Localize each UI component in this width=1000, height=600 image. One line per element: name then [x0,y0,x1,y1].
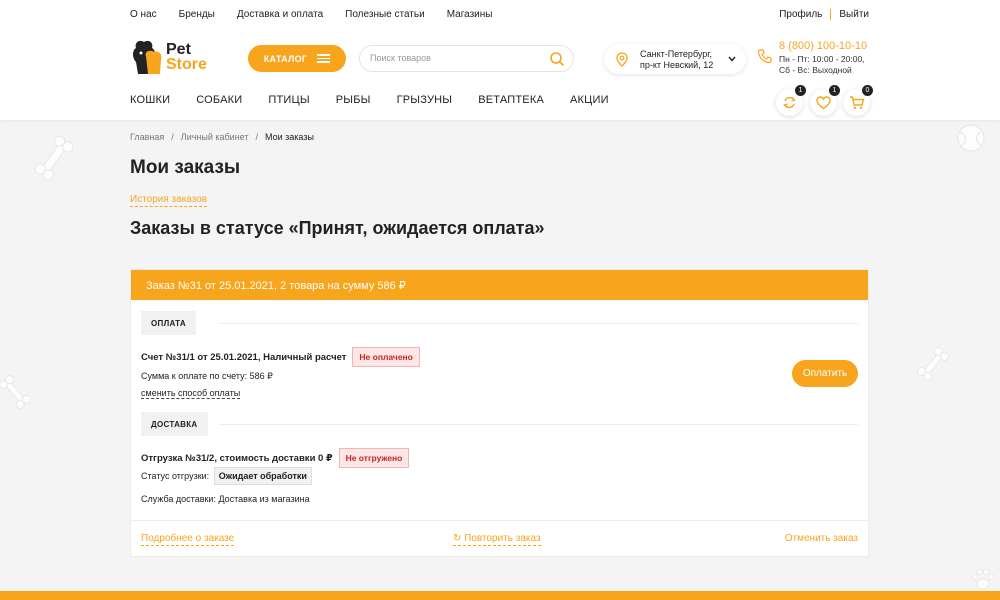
nav-sales[interactable]: АКЦИИ [570,94,609,106]
location-street: пр-кт Невский, 12 [640,60,714,70]
search-input[interactable] [370,53,540,63]
section-divider [219,424,858,425]
nav-dogs[interactable]: СОБАКИ [196,94,242,106]
invoice-row: Счет №31/1 от 25.01.2021, Наличный расче… [141,347,420,367]
order-header: Заказ №31 от 25.01.2021, 2 товара на сум… [131,270,868,300]
pay-button[interactable]: Оплатить [792,360,858,387]
repeat-order-link[interactable]: ↻ Повторить заказ [453,533,541,546]
location-city: Санкт-Петербург, [640,49,712,59]
topnav-about[interactable]: О нас [130,9,157,20]
topnav-stores[interactable]: Магазины [447,9,493,20]
shipment-title: Отгрузка №31/2, стоимость доставки 0 ₽ [141,452,333,464]
favorites-count: 1 [829,85,840,96]
invoice-title: Счет №31/1 от 25.01.2021, Наличный расче… [141,351,347,363]
location-selector[interactable]: Санкт-Петербург, пр-кт Невский, 12 [604,44,746,74]
account-links: Профиль Выйти [779,9,869,20]
breadcrumb-home[interactable]: Главная [130,132,164,142]
ball-decoration-icon [957,124,985,152]
phone-icon [757,49,772,64]
logo[interactable]: Pet Store [130,38,207,76]
topnav-delivery[interactable]: Доставка и оплата [237,9,323,20]
change-payment-method-link[interactable]: сменить способ оплаты [141,388,241,399]
breadcrumb-current: Мои заказы [265,132,314,142]
shipment-status-value: Ожидает обработки [213,467,312,485]
main-nav: КОШКИ СОБАКИ ПТИЦЫ РЫБЫ ГРЫЗУНЫ ВЕТАПТЕК… [130,94,635,106]
cart-count: 0 [862,85,873,96]
logo-text-pet: Pet [166,41,191,58]
nav-pharmacy[interactable]: ВЕТАПТЕКА [478,94,544,106]
hours-weekend: Сб - Вс: Выходной [779,65,852,75]
hours-weekdays: Пн - Пт: 10:00 - 20:00, [779,54,865,64]
nav-rodents[interactable]: ГРЫЗУНЫ [397,94,453,106]
footer-bar [0,591,1000,600]
logo-text-store: Store [166,56,207,73]
breadcrumb-separator: / [171,132,174,142]
delivery-section-label: ДОСТАВКА [141,412,208,436]
nav-fish[interactable]: РЫБЫ [336,94,371,106]
top-nav: О нас Бренды Доставка и оплата Полезные … [130,9,514,20]
location-pin-icon [616,52,628,67]
profile-link[interactable]: Профиль [779,9,822,20]
nav-cats[interactable]: КОШКИ [130,94,170,106]
section-divider [219,323,858,324]
cart-button[interactable]: 0 [843,85,873,116]
delivery-service: Служба доставки: Доставка из магазина [141,494,310,504]
search-icon[interactable] [549,51,565,67]
nav-birds[interactable]: ПТИЦЫ [268,94,309,106]
topnav-articles[interactable]: Полезные статьи [345,9,425,20]
phone-number[interactable]: 8 (800) 100-10-10 [779,40,867,52]
shipment-status-line: Статус отгрузки: Ожидает обработки [141,467,312,485]
bone-decoration-icon [0,374,30,410]
paw-decoration-icon [971,568,995,590]
bone-decoration-icon [34,135,74,181]
repeat-icon: ↻ [453,533,465,544]
order-card: Заказ №31 от 25.01.2021, 2 товара на сум… [130,269,869,557]
payment-section-label: ОПЛАТА [141,311,196,335]
logout-link[interactable]: Выйти [839,9,869,20]
repeat-order-label: Повторить заказ [464,533,541,544]
catalog-label: КАТАЛОГ [263,53,308,64]
working-hours: Пн - Пт: 10:00 - 20:00, Сб - Вс: Выходно… [779,54,865,76]
shipment-row: Отгрузка №31/2, стоимость доставки 0 ₽ Н… [141,448,410,468]
compare-arrows-icon [783,96,796,109]
bone-decoration-icon [917,346,949,382]
payment-status-badge: Не оплачено [352,347,420,367]
compare-button[interactable]: 1 [776,85,806,116]
compare-count: 1 [795,85,806,96]
burger-menu-icon [317,52,331,65]
divider [830,9,832,20]
order-history-link[interactable]: История заказов [130,194,208,207]
cart-icon [849,96,864,109]
heart-icon [816,95,831,109]
chevron-down-icon [728,56,736,62]
breadcrumb-separator: / [255,132,259,142]
site-header: О нас Бренды Доставка и оплата Полезные … [0,0,1000,120]
order-details-link[interactable]: Подробнее о заказе [141,533,235,546]
catalog-button[interactable]: КАТАЛОГ [248,45,346,72]
shipment-status-badge: Не отгружено [338,448,410,468]
breadcrumb: Главная / Личный кабинет / Мои заказы [130,132,314,142]
topnav-brands[interactable]: Бренды [179,9,215,20]
dog-cat-logo-icon [133,40,162,74]
order-footer-divider [131,520,868,521]
page-title: Мои заказы [130,157,241,178]
search-box [359,45,574,72]
breadcrumb-account[interactable]: Личный кабинет [181,132,249,142]
favorites-button[interactable]: 1 [810,85,840,116]
amount-due: Сумма к оплате по счету: 586 ₽ [141,371,273,381]
shipment-status-label: Статус отгрузки: [141,471,210,481]
cancel-order-link[interactable]: Отменить заказ [785,533,858,544]
status-title: Заказы в статусе «Принят, ожидается опла… [130,218,545,238]
